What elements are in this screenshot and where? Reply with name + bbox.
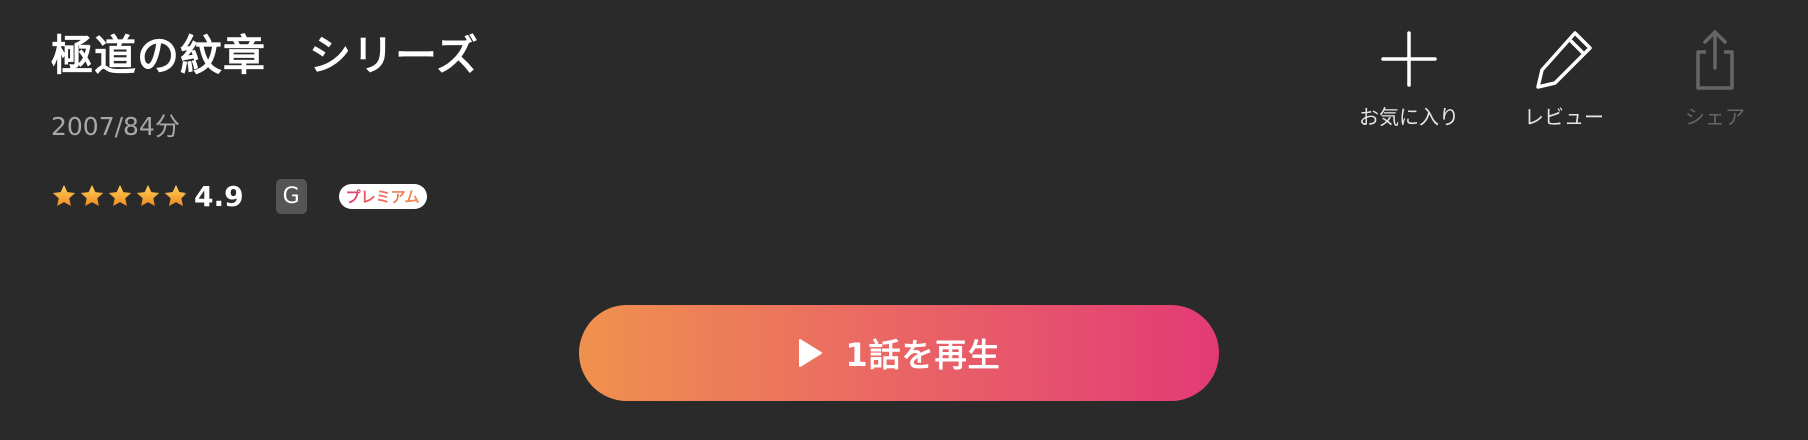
play-icon <box>799 339 823 367</box>
play-episode-button[interactable]: 1話を再生 <box>579 305 1219 401</box>
star-rating <box>51 183 189 209</box>
age-rating-badge: G <box>275 178 307 214</box>
action-bar: お気に入り レビュー シェア <box>0 28 1808 148</box>
share-icon <box>1696 30 1734 90</box>
rating-value: 4.9 <box>194 179 244 213</box>
star-icon <box>136 184 160 206</box>
favorite-label: お気に入り <box>1359 105 1459 129</box>
star-icon <box>80 184 104 206</box>
share-label: シェア <box>1685 105 1745 129</box>
star-icon <box>108 184 132 206</box>
premium-badge-label: プレミアム <box>345 187 420 206</box>
rating-row: 4.9 G プレミアム <box>51 176 427 216</box>
share-button[interactable]: シェア <box>1640 28 1790 130</box>
plus-icon <box>1381 31 1437 87</box>
star-icon <box>52 184 76 206</box>
premium-badge: プレミアム <box>338 183 427 209</box>
pencil-icon <box>1536 31 1592 89</box>
favorite-button[interactable]: お気に入り <box>1334 28 1484 130</box>
review-button[interactable]: レビュー <box>1489 28 1639 130</box>
review-label: レビュー <box>1524 105 1604 129</box>
star-icon <box>164 184 188 206</box>
play-button-label: 1話を再生 <box>845 336 1001 374</box>
